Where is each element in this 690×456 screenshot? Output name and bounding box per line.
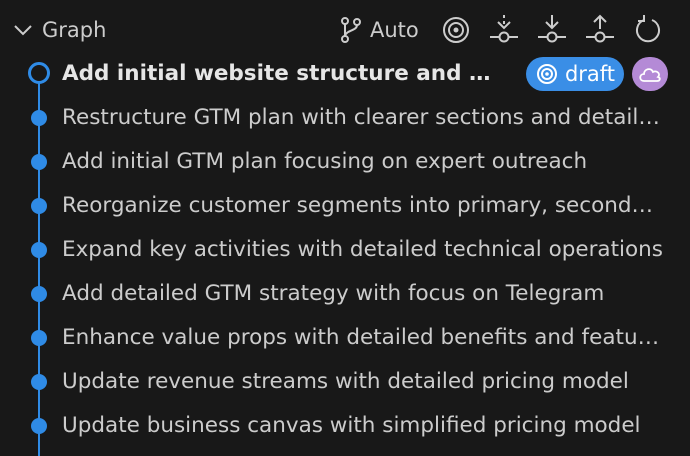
- draft-badge-label: draft: [564, 62, 616, 86]
- commit-message: Add initial website structure and compon…: [62, 61, 502, 86]
- push-icon[interactable]: [582, 12, 618, 48]
- commit-message: Update business canvas with simplified p…: [62, 413, 641, 438]
- commit-row-head[interactable]: Add initial website structure and compon…: [0, 52, 690, 96]
- graph-header: Graph Auto: [0, 0, 690, 60]
- refresh-icon[interactable]: [630, 12, 666, 48]
- commit-row[interactable]: Expand key activities with detailed tech…: [0, 228, 690, 272]
- remote-branch-badge[interactable]: [632, 57, 668, 91]
- commit-graph: Add initial website structure and compon…: [0, 52, 690, 456]
- auto-branch-button[interactable]: Auto: [338, 12, 419, 48]
- commit-node: [31, 330, 47, 346]
- source-control-graph-panel: Graph Auto Add initial website structure…: [0, 0, 690, 456]
- section-title[interactable]: Graph: [42, 16, 106, 44]
- commit-row[interactable]: Add detailed GTM strategy with focus on …: [0, 272, 690, 316]
- commit-node: [31, 242, 47, 258]
- commit-node: [31, 110, 47, 126]
- auto-label: Auto: [370, 18, 419, 42]
- commit-row[interactable]: Update revenue streams with detailed pri…: [0, 360, 690, 404]
- head-commit-node: [28, 62, 50, 84]
- chevron-down-icon[interactable]: [10, 17, 36, 43]
- pull-icon[interactable]: [534, 12, 570, 48]
- commit-node: [31, 198, 47, 214]
- commit-node: [31, 374, 47, 390]
- commit-message: Add initial GTM plan focusing on expert …: [62, 149, 588, 174]
- cloud-icon: [639, 68, 661, 82]
- commit-message: Reorganize customer segments into primar…: [62, 193, 664, 218]
- commit-row[interactable]: Update business canvas with simplified p…: [0, 404, 690, 448]
- commit-message: Enhance value props with detailed benefi…: [62, 325, 664, 350]
- commit-message: Restructure GTM plan with clearer sectio…: [62, 105, 664, 130]
- commit-message: Add detailed GTM strategy with focus on …: [62, 281, 605, 306]
- commit-message: Expand key activities with detailed tech…: [62, 237, 663, 262]
- commit-row[interactable]: Enhance value props with detailed benefi…: [0, 316, 690, 360]
- target-icon: [536, 64, 557, 84]
- commit-row[interactable]: Reorganize customer segments into primar…: [0, 184, 690, 228]
- target-icon[interactable]: [438, 12, 474, 48]
- commit-node: [31, 418, 47, 434]
- commit-row[interactable]: Restructure GTM plan with clearer sectio…: [0, 96, 690, 140]
- commit-message: Update revenue streams with detailed pri…: [62, 369, 629, 394]
- draft-branch-badge[interactable]: draft: [526, 57, 624, 91]
- fetch-icon[interactable]: [486, 12, 522, 48]
- branch-icon: [341, 17, 361, 43]
- commit-node: [31, 154, 47, 170]
- commit-node: [31, 286, 47, 302]
- commit-row[interactable]: Add initial GTM plan focusing on expert …: [0, 140, 690, 184]
